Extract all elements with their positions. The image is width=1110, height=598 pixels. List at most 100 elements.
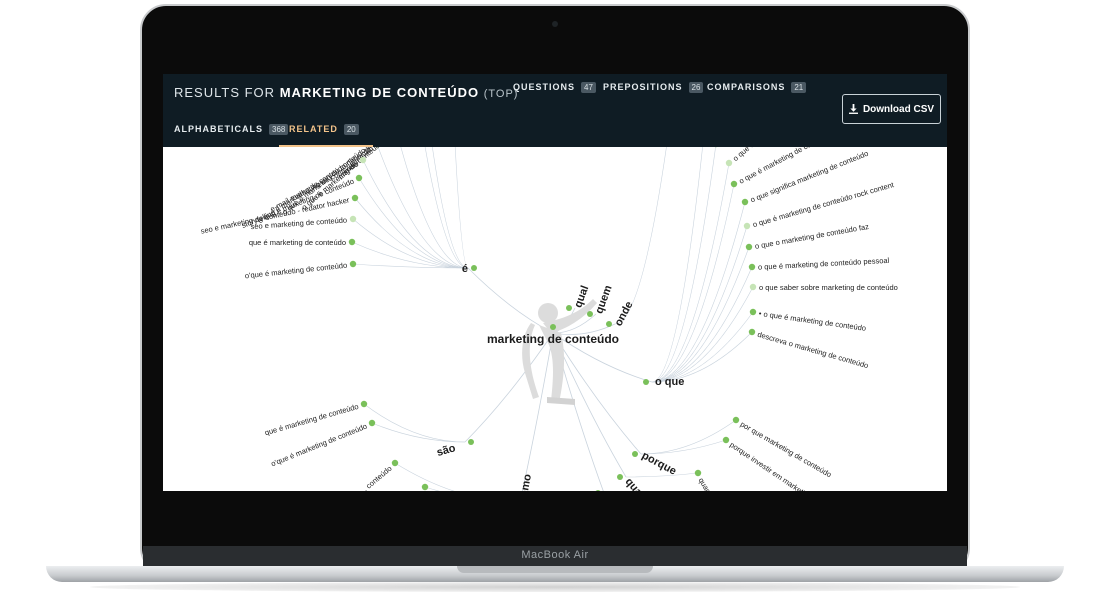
leaf-edge	[454, 147, 469, 269]
results-header: RESULTS FOR MARKETING DE CONTEÚDO (TOP) …	[163, 74, 947, 148]
leaf-node[interactable]	[348, 238, 356, 246]
branch-node	[468, 439, 474, 445]
leaf-label: quand...	[697, 476, 718, 491]
tab-count: 47	[581, 82, 596, 93]
tab-count: 368	[269, 124, 289, 135]
branch-label: são	[435, 442, 457, 459]
tab-count: 21	[791, 82, 807, 93]
branch-node	[617, 474, 623, 480]
leaf-edge	[424, 486, 440, 491]
tab-comparisons[interactable]: COMPARISONS 21	[707, 82, 807, 93]
leaf-node[interactable]	[360, 400, 368, 408]
download-icon	[848, 104, 858, 114]
tab-label: PREPOSITIONS	[603, 82, 683, 92]
leaf-node[interactable]	[732, 416, 740, 424]
leaf-edge	[400, 147, 469, 269]
leaf-node[interactable]	[743, 222, 751, 230]
leaf-node[interactable]	[722, 436, 730, 444]
leaf-edge	[432, 147, 469, 269]
search-wheel-visualization: marketing de conteúdo é o que é marketing …	[163, 147, 947, 491]
tab-count: 26	[688, 82, 704, 93]
tab-alphabeticals[interactable]: ALPHABETICALS 368	[174, 124, 289, 135]
tab-related[interactable]: RELATED 20	[279, 124, 373, 148]
branch-node	[595, 490, 601, 491]
leaf-node[interactable]	[748, 263, 756, 271]
leaf-edge	[625, 472, 699, 478]
laptop-shadow	[90, 582, 1020, 592]
branch-label: quem	[593, 284, 614, 316]
leaf-node[interactable]	[359, 156, 367, 164]
leaf-label: o que é marketing de conteúdo pessoal	[758, 256, 890, 272]
wheel-center-label: marketing de conteúdo	[487, 332, 619, 346]
person-silhouette	[522, 299, 597, 405]
leaf-node[interactable]	[694, 469, 702, 477]
leaf-edge	[354, 197, 469, 269]
webcam	[552, 21, 558, 27]
tab-questions[interactable]: QUESTIONS 47	[513, 82, 596, 93]
leaf-label: que é marketing de conteúdo	[249, 238, 346, 247]
branch-label: porque	[640, 450, 679, 478]
leaf-node[interactable]	[349, 260, 357, 268]
leaf-edge	[651, 286, 754, 383]
branch-edge	[464, 332, 554, 443]
tab-label: ALPHABETICALS	[174, 124, 263, 134]
leaf-label: ... conteúdo	[390, 488, 424, 491]
wheel-svg: marketing de conteúdo é o que é marketing …	[200, 147, 898, 491]
laptop-notch	[457, 566, 653, 573]
leaf-label: descreva o marketing de conteúdo	[756, 330, 869, 370]
leaf-node[interactable]	[349, 215, 357, 223]
leaf-label: o que é marketing de conteúdo	[737, 147, 833, 186]
branch-edge	[552, 332, 642, 455]
branch-label: como	[517, 473, 534, 491]
laptop-brand-label: MacBook Air	[521, 549, 589, 561]
leaf-label: • o que é marketing de conteúdo	[758, 309, 866, 333]
leaf-node[interactable]	[749, 308, 757, 316]
results-prefix: RESULTS FOR	[174, 85, 276, 100]
leaf-edge	[651, 311, 754, 383]
tab-label: RELATED	[289, 124, 338, 134]
leaf-edge	[424, 147, 469, 269]
leaf-node[interactable]	[749, 283, 757, 291]
leaf-label: o'que é marketing de conteúdo	[244, 261, 347, 281]
branch-node	[471, 265, 477, 271]
results-keyword: MARKETING DE CONTEÚDO	[279, 85, 480, 100]
branch-label: onde	[613, 299, 636, 328]
leaf-edge	[352, 218, 469, 269]
branch-node	[606, 321, 612, 327]
branch-node	[566, 305, 572, 311]
leaf-edge	[651, 331, 753, 383]
branch-label: é	[462, 263, 468, 275]
leaf-node[interactable]	[391, 459, 399, 467]
tab-prepositions[interactable]: PREPOSITIONS 26	[603, 82, 704, 93]
branch-node	[632, 451, 638, 457]
app-screen: RESULTS FOR MARKETING DE CONTEÚDO (TOP) …	[163, 74, 947, 491]
leaf-node[interactable]	[351, 194, 359, 202]
leaf-edge	[651, 147, 716, 383]
branch-node	[643, 379, 649, 385]
leaf-edge	[651, 246, 750, 383]
leaf-node[interactable]	[421, 483, 429, 491]
tab-label: QUESTIONS	[513, 82, 576, 92]
leaf-node[interactable]	[368, 419, 376, 427]
leaf-label: ... conteúdo	[358, 464, 394, 491]
leaf-node[interactable]	[741, 198, 749, 206]
leaf-label: o que saber sobre marketing de conteúdo	[759, 283, 898, 292]
leaf-label: o que o marketing de conteúdo faz	[754, 222, 870, 251]
leaf-edge	[651, 162, 730, 383]
leaf-node[interactable]	[730, 180, 738, 188]
leaf-label: por que marketing de conteúdo	[739, 420, 833, 480]
leaf-node[interactable]	[745, 243, 753, 251]
leaf-edge	[351, 241, 469, 269]
leaf-node[interactable]	[725, 159, 733, 167]
download-label: Download CSV	[862, 103, 935, 115]
branch-node	[587, 311, 593, 317]
leaf-node[interactable]	[355, 174, 363, 182]
leaf-edge	[394, 462, 455, 491]
center-node	[550, 324, 556, 330]
branch-edge	[467, 267, 554, 334]
results-title: RESULTS FOR MARKETING DE CONTEÚDO (TOP)	[174, 85, 518, 100]
branch-label: o que	[655, 376, 684, 388]
leaf-edge	[371, 422, 466, 443]
leaf-node[interactable]	[748, 328, 756, 336]
download-csv-button[interactable]: Download CSV	[842, 94, 941, 124]
